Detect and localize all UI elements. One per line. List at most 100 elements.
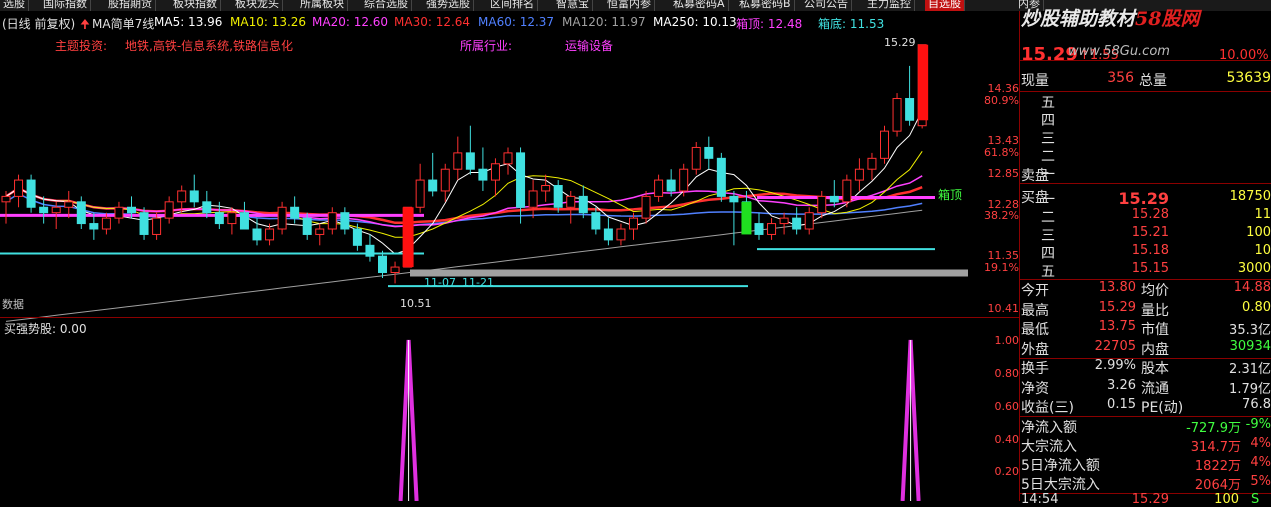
candle-body bbox=[490, 163, 500, 181]
candle-body bbox=[779, 217, 789, 225]
candle-body bbox=[26, 179, 36, 208]
candle-body bbox=[704, 146, 714, 159]
panel-divider[interactable] bbox=[0, 317, 1019, 318]
candle-body bbox=[566, 195, 576, 208]
date-label-2: 11-21 bbox=[462, 276, 494, 289]
stat-value: 13.75 bbox=[1098, 319, 1136, 334]
stat-label: 换手 bbox=[1021, 361, 1049, 377]
quote-separator bbox=[1019, 60, 1271, 61]
price-tick: 19.1% bbox=[984, 261, 1019, 274]
ma60-value: MA60: 12.37 bbox=[478, 15, 555, 29]
industry-value: 运输设备 bbox=[565, 39, 614, 53]
box-top-value: 箱顶: 12.48 bbox=[736, 17, 803, 31]
stat-label: 内盘 bbox=[1141, 341, 1169, 358]
stat-label: 外盘 bbox=[1021, 341, 1049, 358]
ma30-value: MA30: 12.64 bbox=[394, 15, 471, 29]
stat-label: PE(动) bbox=[1141, 400, 1184, 416]
candle-body bbox=[817, 195, 827, 214]
price-tick: 12.85 bbox=[987, 167, 1020, 180]
price-tick: 10.41 bbox=[987, 302, 1020, 315]
candle-body bbox=[415, 179, 425, 208]
flow-label: 大宗流入 bbox=[1021, 439, 1077, 455]
flow-value: 1822万 bbox=[1194, 459, 1241, 474]
vol-now-label: 现量 bbox=[1021, 73, 1049, 89]
stat-label: 收益(三) bbox=[1021, 400, 1074, 416]
buy-vol-2: 100 bbox=[1246, 225, 1271, 240]
ma-title[interactable]: MA简单7线 bbox=[92, 15, 154, 32]
tick-vol: 100 bbox=[1214, 492, 1239, 507]
buy-price-1: 15.28 bbox=[1131, 207, 1169, 222]
ma250-value: MA250: 10.13 bbox=[653, 15, 737, 29]
price-tick: 38.2% bbox=[984, 209, 1019, 222]
candle-body bbox=[51, 206, 61, 214]
stat-label: 均价 bbox=[1141, 283, 1169, 299]
box-bottom-value: 箱底: 11.53 bbox=[818, 17, 885, 31]
ma10-value: MA10: 13.26 bbox=[230, 15, 307, 29]
signal-candle-red-2 bbox=[918, 44, 929, 121]
stat-value: 2.31亿 bbox=[1229, 362, 1271, 377]
candle-body bbox=[139, 212, 149, 235]
price-tick: 80.9% bbox=[984, 94, 1019, 107]
candle-body bbox=[629, 217, 638, 230]
candle-body bbox=[14, 179, 24, 197]
candle-body bbox=[152, 217, 162, 235]
candle-body bbox=[101, 217, 111, 230]
signal-candle-green bbox=[741, 201, 752, 235]
buy-price-0: 15.29 bbox=[1118, 189, 1169, 208]
candle-body bbox=[591, 212, 601, 230]
candle-body bbox=[265, 228, 275, 241]
signal-candle-red bbox=[402, 207, 414, 268]
candle-body bbox=[767, 223, 777, 235]
buy-price-4: 15.15 bbox=[1131, 261, 1169, 276]
buy-level-1: 二 bbox=[1041, 210, 1055, 226]
candle-body bbox=[842, 179, 852, 203]
sell-level-3: 二 bbox=[1041, 149, 1055, 165]
candle-body bbox=[428, 179, 438, 192]
candle-body bbox=[603, 228, 613, 241]
candle-body bbox=[654, 179, 664, 197]
stat-label: 最低 bbox=[1021, 322, 1049, 338]
ma5-value: MA5: 13.96 bbox=[154, 15, 223, 29]
sell-level-2: 三 bbox=[1041, 131, 1055, 147]
indicator-tick: 0.80 bbox=[994, 367, 1020, 380]
candle-body bbox=[202, 201, 212, 214]
buy-level-0: 一 bbox=[1041, 192, 1055, 208]
low-marker-label: 10.51 bbox=[400, 297, 432, 310]
candle-body bbox=[252, 228, 262, 241]
period-label[interactable]: (日线 前复权) bbox=[2, 15, 75, 32]
candle-body bbox=[327, 212, 337, 230]
candle-body bbox=[39, 206, 49, 214]
candle-body bbox=[867, 157, 877, 170]
candle-body bbox=[854, 168, 864, 181]
candle-body bbox=[516, 152, 526, 208]
candle-body bbox=[64, 201, 74, 208]
candle-body bbox=[553, 185, 563, 208]
business-label: 主题投资: bbox=[55, 39, 108, 53]
candle-body bbox=[440, 168, 450, 192]
kline-chart[interactable] bbox=[0, 0, 969, 501]
candle-body bbox=[214, 212, 224, 225]
indicator-title[interactable]: 买强势股: 0.00 bbox=[4, 320, 87, 337]
candle-body bbox=[290, 206, 300, 219]
ma120-value: MA120: 11.97 bbox=[562, 15, 646, 29]
flow-value: 314.7万 bbox=[1190, 440, 1241, 455]
indicator-tick: 0.40 bbox=[994, 433, 1020, 446]
candle-body bbox=[189, 190, 199, 203]
tick-time: 14:54 bbox=[1021, 492, 1059, 507]
candle-body bbox=[453, 152, 463, 170]
industry-label: 所属行业: bbox=[460, 39, 513, 53]
up-arrow-icon: 🠉 bbox=[80, 17, 90, 31]
flow-pct: -9% bbox=[1245, 417, 1271, 432]
candle-body bbox=[352, 228, 362, 246]
business-value: 地铁,高铁-信息系统,铁路信息化 bbox=[125, 39, 293, 53]
candle-body bbox=[340, 212, 350, 230]
candle-body bbox=[754, 223, 764, 235]
candle-body bbox=[541, 185, 551, 192]
price-axis: 14.36 80.9% 13.43 61.8% 12.85 12.28 38.2% 11.35… bbox=[969, 11, 1019, 501]
quote-separator bbox=[1019, 91, 1271, 92]
data-label[interactable]: 数据 bbox=[2, 296, 24, 312]
buy-vol-0: 18750 bbox=[1229, 189, 1271, 204]
stat-value: 2.99% bbox=[1094, 358, 1136, 373]
quote-separator bbox=[1019, 183, 1271, 184]
flow-label: 5日净流入额 bbox=[1021, 458, 1100, 474]
